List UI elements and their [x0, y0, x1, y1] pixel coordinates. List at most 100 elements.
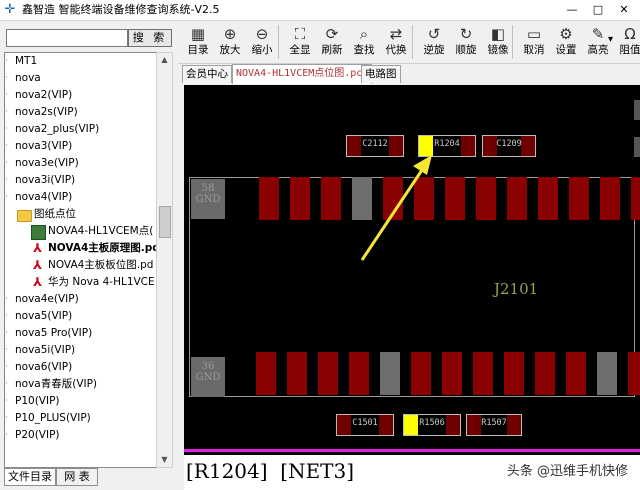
- tree-item[interactable]: · nova6(VIP): [5, 359, 157, 376]
- toolbar-button-directory[interactable]: ▦ 目录: [182, 23, 214, 61]
- pcb-icon: [31, 225, 46, 240]
- resistance-icon: Ω: [624, 25, 636, 43]
- rotate-ccw-icon: ↺: [427, 25, 441, 43]
- tree-expander-icon[interactable]: ·: [5, 325, 8, 342]
- tree-item[interactable]: · nova: [5, 70, 157, 87]
- scroll-thumb[interactable]: [159, 206, 171, 238]
- toolbar-button-label: 目录: [187, 44, 209, 56]
- toolbar-button-refresh[interactable]: ⟳ 刷新: [316, 23, 348, 61]
- toolbar-button-label: 顺旋: [455, 44, 477, 56]
- toolbar-button-label: 全显: [289, 44, 311, 56]
- tree-scrollbar[interactable]: ▲ ▼: [156, 52, 173, 468]
- toolbar-button-label: 放大: [219, 44, 241, 56]
- tree-item[interactable]: · nova4e(VIP): [5, 291, 157, 308]
- toolbar-button-label: 缩小: [251, 44, 273, 56]
- tab-member-center[interactable]: 会员中心: [182, 65, 232, 83]
- tab-circuit-diagram[interactable]: 电路图: [361, 65, 401, 83]
- toolbar-button-find[interactable]: ⌕ 查找: [348, 23, 380, 61]
- tree-item[interactable]: ⅄ NOVA4主板原理图.pd: [5, 240, 157, 257]
- toolbar-button-rotate-cw[interactable]: ↻ 顺旋: [450, 23, 482, 61]
- maximize-button[interactable]: □: [586, 1, 610, 18]
- tree-expander-icon[interactable]: ·: [5, 172, 8, 189]
- toolbar-button-cancel[interactable]: ▭ 取消: [518, 23, 550, 61]
- tree-item[interactable]: · nova3e(VIP): [5, 155, 157, 172]
- tree-expander-icon[interactable]: ·: [5, 87, 8, 104]
- toolbar-button-zoom-in[interactable]: ⊕ 放大: [214, 23, 246, 61]
- tree-expander-icon[interactable]: ·: [5, 342, 8, 359]
- tab-netlist[interactable]: 网 表: [56, 468, 98, 486]
- mirror-icon: ◧: [490, 25, 506, 43]
- status-bar: [R1204] [NET3] 头条 @迅维手机快修: [184, 455, 640, 490]
- file-tree[interactable]: · MT1 · nova · nova2(VIP) · nova2s(VIP) · nova2_p…: [4, 52, 158, 468]
- toolbar-button-replace[interactable]: ⇄ 代换: [380, 23, 412, 61]
- watermark: 头条 @迅维手机快修: [506, 464, 628, 479]
- toolbar-button-label: 高亮: [587, 44, 609, 56]
- toolbar-dropdown-icon[interactable]: ▾: [608, 34, 613, 45]
- tree-item[interactable]: · nova4(VIP): [5, 189, 157, 206]
- tree-expander-icon[interactable]: ·: [5, 393, 8, 410]
- folder-icon: [17, 210, 32, 222]
- annotation-arrow-icon: [360, 155, 432, 261]
- document-tabs: 会员中心 NOVA4-HL1VCEM点位图.pcb 电路图: [178, 64, 640, 84]
- toolbar-button-rotate-ccw[interactable]: ↺ 逆旋: [418, 23, 450, 61]
- tree-expander-icon[interactable]: ·: [5, 155, 8, 172]
- refresh-icon: ⟳: [325, 25, 339, 43]
- tree-item-label: MT1: [15, 55, 38, 67]
- tree-expander-icon[interactable]: ·: [5, 53, 8, 70]
- minimize-button[interactable]: —: [560, 1, 584, 18]
- search-button[interactable]: 搜 索: [128, 29, 172, 47]
- tree-item[interactable]: · nova2_plus(VIP): [5, 121, 157, 138]
- tree-item[interactable]: · nova2s(VIP): [5, 104, 157, 121]
- toolbar-button-fit-all[interactable]: ⛶ 全显: [284, 23, 316, 61]
- tree-item-label: nova3i(VIP): [15, 174, 76, 186]
- directory-icon: ▦: [190, 25, 206, 43]
- tree-item[interactable]: · nova3(VIP): [5, 138, 157, 155]
- tree-item[interactable]: NOVA4-HL1VCEM点(: [5, 223, 157, 240]
- scroll-down-icon[interactable]: ▼: [157, 453, 172, 467]
- close-button[interactable]: ✕: [612, 1, 636, 18]
- toolbar: ▦ 目录 ⊕ 放大 ⊖ 缩小 ⛶ 全显 ⟳ 刷新 ⌕ 查找 ⇄ 代换 ↺ 逆旋 ↻ 顺旋 ◧ 镜像 ▭ 取消 ⚙ 设置 ✎ 高亮 Ω…: [178, 21, 640, 64]
- tree-item[interactable]: 图纸点位: [5, 206, 157, 223]
- toolbar-button-zoom-out[interactable]: ⊖ 缩小: [246, 23, 278, 61]
- tree-item-label: P10(VIP): [15, 395, 60, 407]
- tree-item-label: nova6(VIP): [15, 361, 73, 373]
- tab-pcb-file[interactable]: NOVA4-HL1VCEM点位图.pcb: [232, 64, 373, 84]
- tab-file-directory[interactable]: 文件目录: [4, 468, 56, 486]
- tree-item[interactable]: · nova5 Pro(VIP): [5, 325, 157, 342]
- tree-item[interactable]: · P10(VIP): [5, 393, 157, 410]
- toolbar-button-resistance[interactable]: Ω 阻值: [614, 23, 640, 61]
- tree-expander-icon[interactable]: ·: [5, 359, 8, 376]
- tree-expander-icon[interactable]: ·: [5, 308, 8, 325]
- tree-expander-icon[interactable]: ·: [5, 427, 8, 444]
- tree-expander-icon[interactable]: ·: [5, 291, 8, 308]
- tree-item[interactable]: · MT1: [5, 53, 157, 70]
- tree-item[interactable]: · nova3i(VIP): [5, 172, 157, 189]
- window-controls: — □ ✕: [560, 1, 636, 18]
- left-tabs: 文件目录 网 表: [4, 468, 174, 486]
- tree-expander-icon[interactable]: ·: [5, 121, 8, 138]
- toolbar-button-settings[interactable]: ⚙ 设置: [550, 23, 582, 61]
- tree-expander-icon[interactable]: ·: [5, 410, 8, 427]
- tree-item[interactable]: · P20(VIP): [5, 427, 157, 444]
- tree-expander-icon[interactable]: ·: [5, 104, 8, 121]
- tree-item[interactable]: · nova5i(VIP): [5, 342, 157, 359]
- tree-expander-icon[interactable]: ·: [5, 189, 8, 206]
- search-input[interactable]: [6, 29, 128, 47]
- tree-item[interactable]: ⅄ NOVA4主板板位图.pd: [5, 257, 157, 274]
- tree-item[interactable]: · nova2(VIP): [5, 87, 157, 104]
- settings-icon: ⚙: [559, 25, 573, 43]
- tree-item[interactable]: · P10_PLUS(VIP): [5, 410, 157, 427]
- toolbar-button-mirror[interactable]: ◧ 镜像: [482, 23, 514, 61]
- scroll-up-icon[interactable]: ▲: [157, 53, 172, 67]
- tree-item[interactable]: · nova青春版(VIP): [5, 376, 157, 393]
- tree-expander-icon[interactable]: ·: [5, 70, 8, 87]
- pcb-canvas[interactable]: C2112 R1204 C1209 58 GND 36 GND J2101 C1…: [184, 85, 640, 455]
- tree-item[interactable]: ⅄ 华为 Nova 4-HL1VCE: [5, 274, 157, 291]
- title-bar: ✛ 鑫智造 智能终端设备维修查询系统-V2.5 — □ ✕: [0, 0, 640, 21]
- tree-item-label: nova3e(VIP): [15, 157, 79, 169]
- pdf-icon: ⅄: [32, 241, 43, 255]
- tree-item-label: nova: [15, 72, 41, 84]
- tree-expander-icon[interactable]: ·: [5, 376, 8, 393]
- tree-expander-icon[interactable]: ·: [5, 138, 8, 155]
- tree-item[interactable]: · nova5(VIP): [5, 308, 157, 325]
